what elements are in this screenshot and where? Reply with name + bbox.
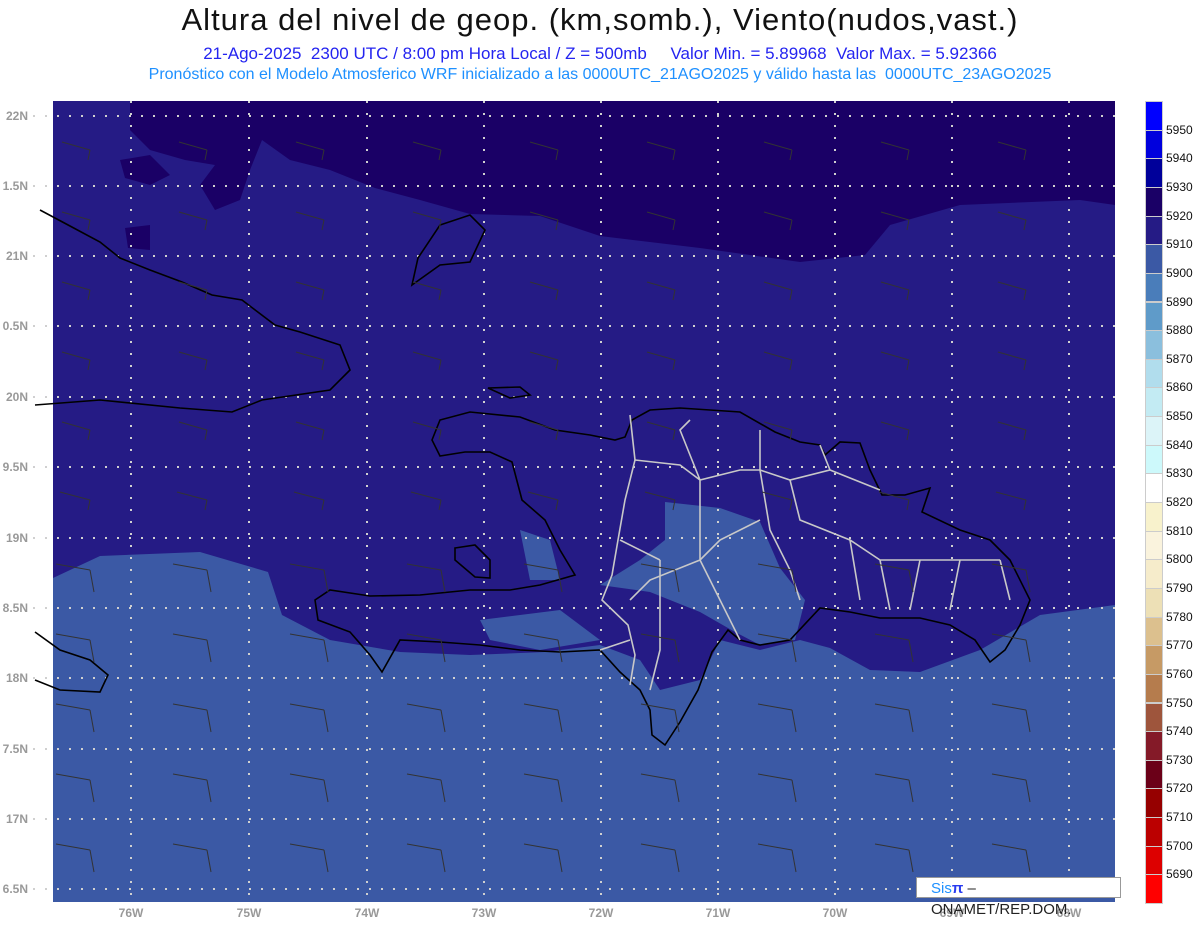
colorbar-label: 5840	[1166, 437, 1193, 452]
colorbar-swatch	[1145, 759, 1163, 790]
logo-pi: π	[951, 880, 964, 897]
colorbar-label: 5830	[1166, 466, 1193, 481]
colorbar-swatch	[1145, 645, 1163, 675]
colorbar-swatch	[1145, 731, 1163, 761]
longitude-label: 71W	[705, 906, 731, 920]
colorbar-swatch	[1145, 530, 1163, 561]
colorbar-swatch	[1145, 301, 1163, 332]
latitude-label: 9.5N	[2, 460, 28, 474]
longitude-label: 74W	[354, 906, 380, 920]
colorbar-label: 5900	[1166, 265, 1193, 280]
colorbar-swatch	[1145, 874, 1163, 904]
colorbar-label: 5860	[1166, 380, 1193, 395]
colorbar-swatch	[1145, 129, 1163, 160]
colorbar-label: 5810	[1166, 523, 1193, 538]
colorbar-label: 5700	[1166, 838, 1193, 853]
latitude-label: 22N	[5, 109, 28, 123]
colorbar-swatch	[1145, 473, 1163, 503]
longitude-label: 75W	[236, 906, 262, 920]
colorbar-label: 5800	[1166, 552, 1193, 567]
colorbar-label: 5950	[1166, 122, 1193, 137]
colorbar-label: 5780	[1166, 609, 1193, 624]
colorbar-label: 5710	[1166, 810, 1193, 825]
longitude-label: 73W	[471, 906, 497, 920]
colorbar-label: 5750	[1166, 695, 1193, 710]
colorbar-label: 5880	[1166, 323, 1193, 338]
colorbar-swatch	[1145, 158, 1163, 188]
colorbar-label: 5820	[1166, 495, 1193, 509]
colorbar-label: 5790	[1166, 580, 1193, 595]
colorbar-swatch	[1145, 330, 1163, 360]
latitude-label: 8.5N	[2, 601, 28, 615]
colorbar-swatch	[1145, 358, 1163, 389]
colorbar-label: 5770	[1166, 638, 1193, 653]
colorbar-swatch	[1145, 788, 1163, 819]
latitude-label: 18N	[5, 671, 28, 685]
colorbar-swatch	[1145, 186, 1163, 217]
colorbar-swatch	[1145, 502, 1163, 532]
colorbar-swatch	[1145, 845, 1163, 876]
latitude-label: 0.5N	[2, 319, 28, 333]
sispi-onamet-logo: Sisπ – ONAMET/REP.DOM.	[916, 877, 1121, 918]
colorbar-label: 5690	[1166, 867, 1193, 882]
latitude-label: 20N	[5, 390, 28, 404]
colorbar-swatch	[1145, 817, 1163, 847]
colorbar-label: 5930	[1166, 179, 1193, 194]
longitude-label: 76W	[118, 906, 144, 920]
latitude-label: 1.5N	[2, 179, 28, 193]
colorbar-label: 5760	[1166, 666, 1193, 681]
colorbar-swatch	[1145, 616, 1163, 647]
colorbar-swatch	[1145, 387, 1163, 418]
colorbar-swatch	[1145, 559, 1163, 589]
colorbar-label: 5920	[1166, 208, 1193, 223]
longitude-label: 70W	[822, 906, 848, 920]
colorbar-swatch	[1145, 587, 1163, 618]
logo-sis: Sis	[931, 880, 952, 897]
latitude-label: 6.5N	[2, 882, 28, 896]
colorbar-label: 5740	[1166, 724, 1193, 739]
colorbar-swatch	[1145, 444, 1163, 475]
colorbar-swatch	[1145, 101, 1163, 131]
colorbar-swatch	[1145, 215, 1163, 246]
latitude-label: 21N	[5, 249, 28, 263]
colorbar-swatch	[1145, 702, 1163, 733]
colorbar-label: 5720	[1166, 781, 1193, 796]
colorbar-swatch	[1145, 673, 1163, 704]
latitude-label: 17N	[5, 812, 28, 826]
colorbar-label: 5850	[1166, 409, 1193, 424]
colorbar-label: 5870	[1166, 351, 1193, 366]
latitude-label: 19N	[5, 531, 28, 545]
map-plot	[33, 101, 1115, 902]
latitude-label: 7.5N	[2, 742, 28, 756]
colorbar-label: 5940	[1166, 151, 1193, 166]
colorbar-swatch	[1145, 416, 1163, 446]
colorbar-label: 5730	[1166, 752, 1193, 767]
colorbar-swatch	[1145, 272, 1163, 303]
colorbar-label: 5890	[1166, 294, 1193, 309]
longitude-label: 72W	[588, 906, 614, 920]
colorbar-label: 5910	[1166, 237, 1193, 252]
colorbar-swatch	[1145, 244, 1163, 274]
